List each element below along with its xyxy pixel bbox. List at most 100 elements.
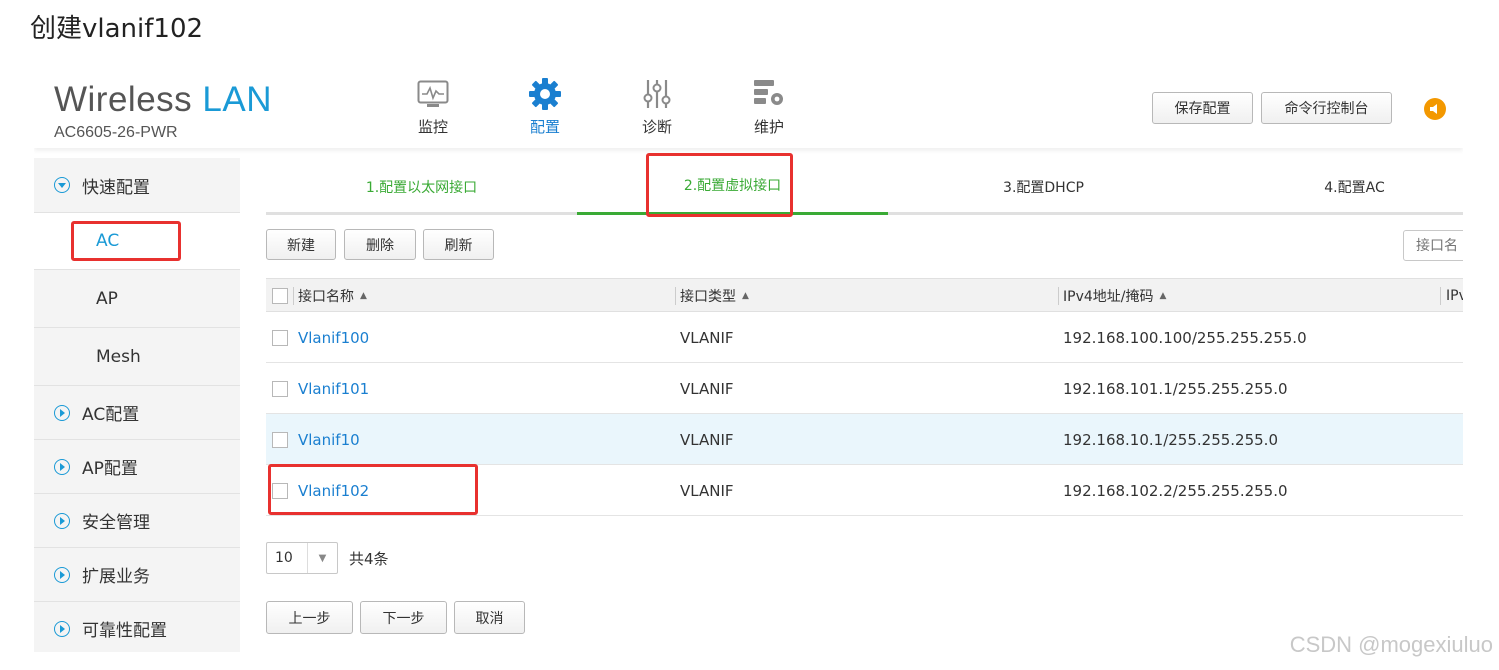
nav-monitor[interactable]: 监控: [398, 76, 468, 137]
speaker-icon[interactable]: [1424, 98, 1446, 120]
step-virtual-interface[interactable]: 2.配置虚拟接口: [577, 158, 888, 215]
sidebar-item-ac-config[interactable]: AC配置: [34, 386, 240, 440]
column-header-ipv4[interactable]: IPv4地址/掩码 ▲: [1063, 279, 1166, 313]
wizard-steps: 1.配置以太网接口 2.配置虚拟接口 3.配置DHCP 4.配置AC: [266, 158, 1463, 215]
table-header: 接口名称 ▲ 接口类型 ▲ IPv4地址/掩码 ▲ IPv: [266, 278, 1463, 312]
interface-ipv4: 192.168.101.1/255.255.255.0: [1063, 379, 1288, 398]
table-row[interactable]: Vlanif10 VLANIF 192.168.10.1/255.255.255…: [266, 414, 1463, 465]
sidebar-item-ap[interactable]: AP: [34, 270, 240, 328]
cancel-button[interactable]: 取消: [454, 601, 525, 634]
column-separator: [1440, 287, 1441, 305]
expand-circle-icon: [54, 404, 70, 421]
article-caption: 创建vlanif102: [30, 14, 204, 44]
table-row[interactable]: Vlanif101 VLANIF 192.168.101.1/255.255.2…: [266, 363, 1463, 414]
server-gear-icon: [751, 76, 787, 112]
previous-step-button[interactable]: 上一步: [266, 601, 353, 634]
column-header-name[interactable]: 接口名称 ▲: [298, 279, 367, 313]
interface-ipv4: 192.168.102.2/255.255.255.0: [1063, 481, 1288, 500]
interface-name-search-input[interactable]: [1403, 230, 1463, 261]
device-model: AC6605-26-PWR: [54, 124, 178, 141]
nav-monitor-label: 监控: [417, 118, 448, 136]
expand-circle-icon: [54, 458, 70, 475]
nav-diagnose[interactable]: 诊断: [622, 76, 692, 137]
gear-icon: [527, 76, 563, 112]
table-row[interactable]: Vlanif100 VLANIF 192.168.100.100/255.255…: [266, 312, 1463, 363]
interface-name-link[interactable]: Vlanif10: [298, 414, 360, 465]
interface-type: VLANIF: [680, 430, 734, 449]
top-header: Wireless LAN AC6605-26-PWR 监控 配置 诊断 维护 保…: [34, 70, 1463, 148]
new-button[interactable]: 新建: [266, 229, 336, 260]
column-header-ipv6[interactable]: IPv: [1446, 279, 1463, 313]
column-separator: [1058, 287, 1059, 305]
interface-name-link[interactable]: Vlanif100: [298, 312, 369, 363]
row-checkbox[interactable]: [272, 432, 288, 448]
sort-asc-icon: ▲: [1159, 291, 1167, 301]
column-header-label: 接口类型: [680, 289, 736, 305]
sidebar-item-reliability[interactable]: 可靠性配置: [34, 602, 240, 652]
sidebar-item-label: 安全管理: [82, 513, 150, 533]
nav-maintain[interactable]: 维护: [734, 76, 804, 137]
collapse-circle-icon: [54, 177, 70, 193]
step-dhcp[interactable]: 3.配置DHCP: [888, 158, 1199, 215]
brand-accent-text: LAN: [202, 80, 273, 119]
step-ac[interactable]: 4.配置AC: [1199, 158, 1463, 215]
sidebar-item-label: AP配置: [82, 459, 138, 479]
chevron-down-icon: ▼: [307, 543, 337, 573]
sidebar-item-quick-config[interactable]: 快速配置: [34, 158, 240, 213]
sidebar-item-security[interactable]: 安全管理: [34, 494, 240, 548]
watermark: CSDN @mogexiuluo: [1289, 632, 1493, 657]
row-checkbox[interactable]: [272, 483, 288, 499]
sidebar-item-label: 可靠性配置: [82, 621, 167, 641]
select-all-checkbox[interactable]: [272, 288, 288, 304]
sidebar-item-ap-config[interactable]: AP配置: [34, 440, 240, 494]
row-checkbox[interactable]: [272, 381, 288, 397]
sidebar-item-label: Mesh: [96, 346, 141, 367]
interface-type: VLANIF: [680, 328, 734, 347]
brand-logo: Wireless LAN: [54, 80, 272, 120]
save-config-button[interactable]: 保存配置: [1152, 92, 1253, 124]
sidebar-item-label: AP: [96, 288, 118, 309]
monitor-icon: [415, 76, 451, 112]
nav-diagnose-label: 诊断: [641, 118, 672, 136]
nav-config-label: 配置: [529, 118, 560, 136]
sidebar-item-label: 扩展业务: [82, 567, 150, 587]
table-row[interactable]: Vlanif102 VLANIF 192.168.102.2/255.255.2…: [266, 465, 1463, 516]
nav-maintain-label: 维护: [753, 118, 784, 136]
column-header-type[interactable]: 接口类型 ▲: [680, 279, 749, 313]
sidebar-item-mesh[interactable]: Mesh: [34, 328, 240, 386]
interface-type: VLANIF: [680, 481, 734, 500]
column-separator: [675, 287, 676, 305]
sidebar-item-extended[interactable]: 扩展业务: [34, 548, 240, 602]
expand-circle-icon: [54, 512, 70, 529]
sort-asc-icon: ▲: [742, 291, 749, 301]
expand-circle-icon: [54, 566, 70, 583]
interface-name-link[interactable]: Vlanif101: [298, 363, 369, 414]
interface-name-link[interactable]: Vlanif102: [298, 465, 369, 516]
interface-ipv4: 192.168.10.1/255.255.255.0: [1063, 430, 1278, 449]
sliders-icon: [639, 76, 675, 112]
interface-type: VLANIF: [680, 379, 734, 398]
sidebar-item-label: AC: [96, 231, 120, 251]
column-header-label: IPv: [1446, 288, 1463, 304]
row-checkbox[interactable]: [272, 330, 288, 346]
sidebar-item-label: AC配置: [82, 405, 140, 425]
column-header-label: 接口名称: [298, 289, 354, 305]
next-step-button[interactable]: 下一步: [360, 601, 447, 634]
sidebar-item-label: 快速配置: [82, 177, 150, 198]
step-ethernet[interactable]: 1.配置以太网接口: [266, 158, 577, 215]
page-size-value: 10: [275, 550, 293, 566]
expand-circle-icon: [54, 620, 70, 637]
sidebar-item-ac[interactable]: AC: [34, 213, 240, 270]
sidebar: 快速配置 AC AP Mesh AC配置 AP配置 安全管理 扩展业务 可靠性配…: [34, 158, 240, 652]
column-header-label: IPv4地址/掩码: [1063, 289, 1154, 305]
nav-config[interactable]: 配置: [510, 76, 580, 137]
total-count: 共4条: [349, 550, 389, 568]
interface-ipv4: 192.168.100.100/255.255.255.0: [1063, 328, 1307, 347]
page-size-select[interactable]: 10 ▼: [266, 542, 338, 574]
cli-console-button[interactable]: 命令行控制台: [1261, 92, 1392, 124]
refresh-button[interactable]: 刷新: [423, 229, 494, 260]
sort-asc-icon: ▲: [360, 291, 367, 301]
column-separator: [293, 287, 294, 305]
delete-button[interactable]: 删除: [344, 229, 416, 260]
wlan-web-console: Wireless LAN AC6605-26-PWR 监控 配置 诊断 维护 保…: [34, 70, 1463, 652]
